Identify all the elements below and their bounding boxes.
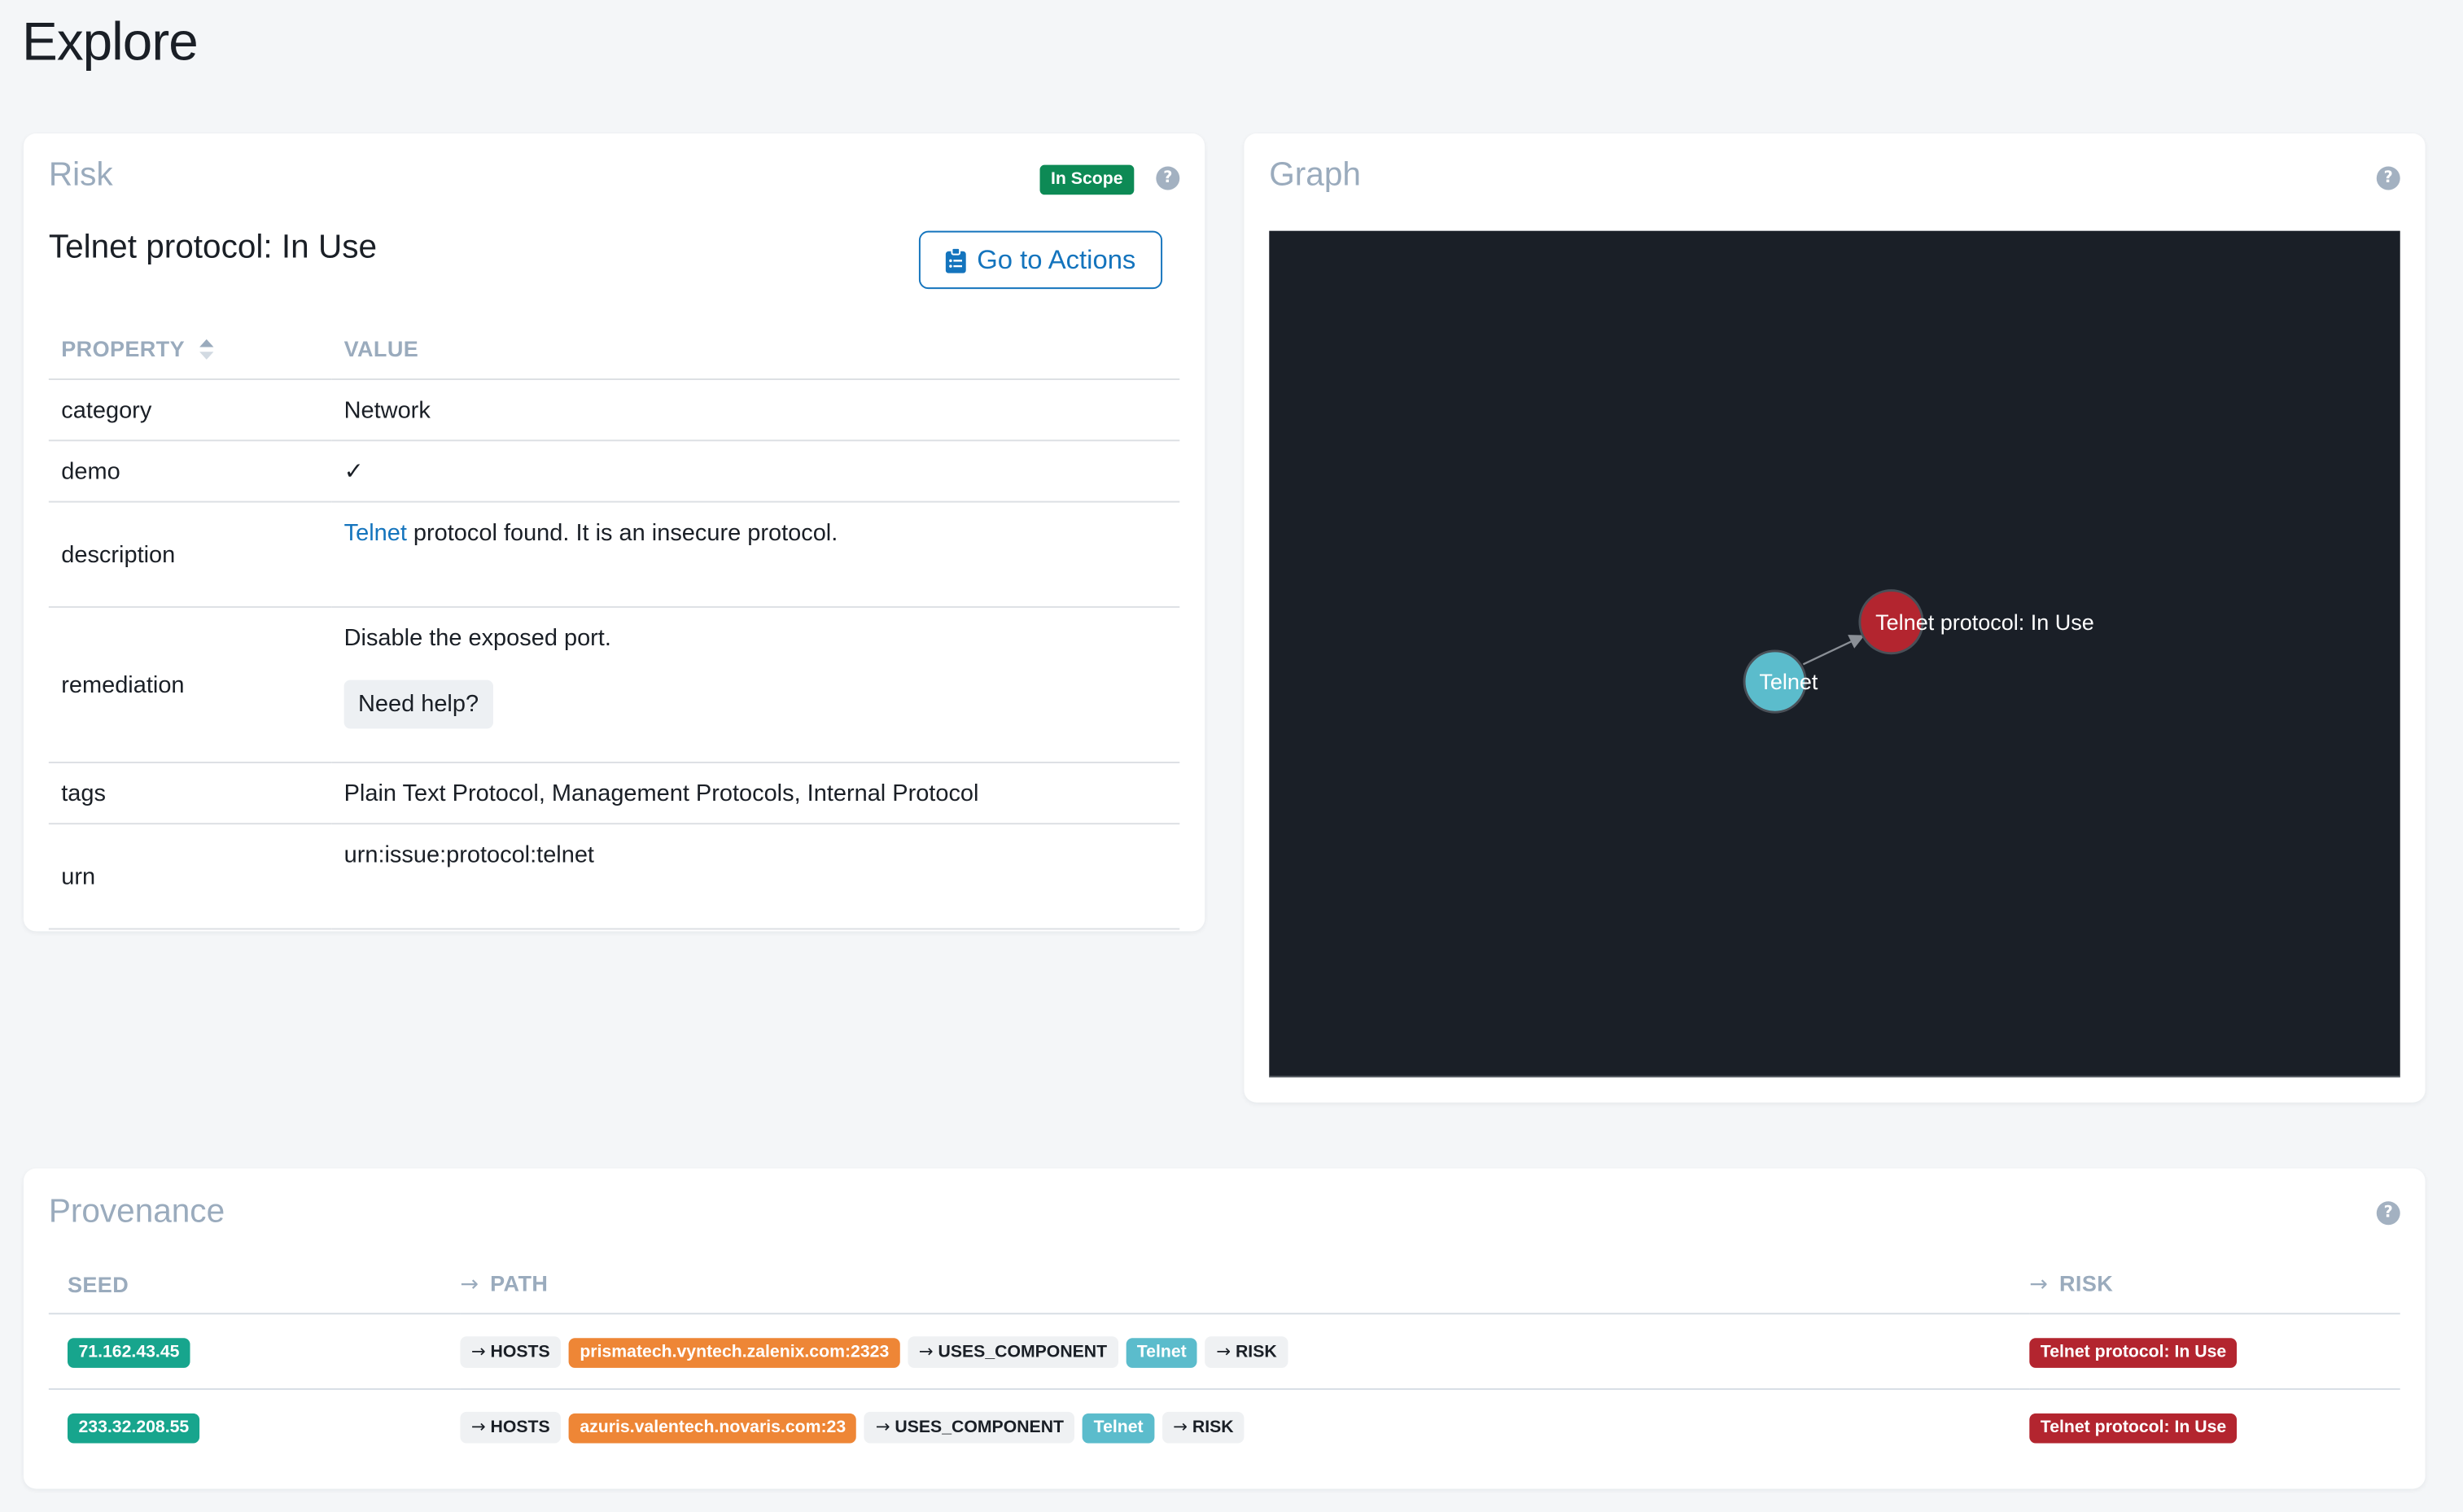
property-key: tags bbox=[48, 762, 332, 825]
seed-cell: 233.32.208.55 bbox=[49, 1389, 461, 1464]
table-row: tags Plain Text Protocol, Management Pro… bbox=[48, 762, 1180, 825]
graph-node-label: Telnet protocol: In Use bbox=[1875, 610, 2094, 635]
path-edge-chip[interactable]: → USES_COMPONENT bbox=[908, 1335, 1118, 1367]
provenance-row: 233.32.208.55 → HOSTS azuris.valentech.nova… bbox=[49, 1389, 2400, 1464]
path-edge-chip[interactable]: → USES_COMPONENT bbox=[864, 1410, 1075, 1443]
in-scope-badge: In Scope bbox=[1039, 164, 1135, 195]
remediation-text: Disable the exposed port. bbox=[343, 625, 611, 652]
path-cell: → HOSTS azuris.valentech.novaris.com:23 → US… bbox=[460, 1389, 2029, 1464]
telnet-link[interactable]: Telnet bbox=[344, 520, 407, 547]
graph-canvas[interactable]: Telnet Telnet protocol: In Use bbox=[1269, 230, 2400, 1077]
seed-chip[interactable]: 233.32.208.55 bbox=[67, 1412, 200, 1443]
arrow-right-icon: → bbox=[875, 1415, 890, 1436]
property-value: urn:issue:protocol:telnet bbox=[331, 824, 1180, 930]
path-edge-label: RISK bbox=[1235, 1342, 1277, 1361]
path-edge-label: HOSTS bbox=[490, 1417, 550, 1436]
property-value: Disable the exposed port. Need help? bbox=[331, 606, 1180, 763]
graph-node-risk[interactable]: Telnet protocol: In Use bbox=[1858, 589, 2094, 655]
property-table-header: PROPERTY VALUE bbox=[48, 317, 1180, 380]
path-host-chip[interactable]: prismatech.vyntech.zalenix.com:2323 bbox=[568, 1337, 900, 1367]
property-value: Telnet protocol found. It is an insecure… bbox=[331, 501, 1180, 608]
property-column-header[interactable]: PROPERTY bbox=[48, 317, 332, 380]
path-edge-chip[interactable]: → HOSTS bbox=[460, 1335, 562, 1367]
graph-svg[interactable]: Telnet Telnet protocol: In Use bbox=[1269, 231, 2400, 1076]
path-column-header: → PATH bbox=[460, 1254, 2030, 1315]
path-edge-label: HOSTS bbox=[490, 1342, 550, 1361]
property-key: urn bbox=[48, 824, 332, 930]
path-header-label: PATH bbox=[490, 1270, 549, 1296]
risk-card: Risk In Scope ? Telnet protocol: In Use … bbox=[23, 133, 1205, 932]
path-edge-label: RISK bbox=[1192, 1417, 1234, 1436]
path-edge-chip[interactable]: → RISK bbox=[1205, 1335, 1288, 1367]
property-key: description bbox=[48, 501, 332, 608]
explore-page: Explore Risk In Scope ? Telnet protocol:… bbox=[0, 0, 2463, 1512]
arrow-right-icon: → bbox=[1173, 1415, 1188, 1436]
graph-card-title: Graph bbox=[1269, 156, 1361, 194]
risk-header-label: RISK bbox=[2059, 1270, 2114, 1296]
path-component-chip[interactable]: Telnet bbox=[1083, 1412, 1155, 1443]
arrow-right-icon: → bbox=[918, 1340, 934, 1361]
go-to-actions-label: Go to Actions bbox=[977, 244, 1136, 274]
help-icon[interactable]: ? bbox=[2376, 1201, 2400, 1226]
sort-icon[interactable] bbox=[199, 339, 215, 361]
table-row: remediation Disable the exposed port. Ne… bbox=[48, 606, 1180, 763]
graph-edge bbox=[1802, 635, 1865, 666]
path-component-chip[interactable]: Telnet bbox=[1126, 1337, 1198, 1367]
path-edge-label: USES_COMPONENT bbox=[938, 1342, 1108, 1361]
path-edge-chip[interactable]: → HOSTS bbox=[460, 1410, 562, 1443]
property-header-label: PROPERTY bbox=[61, 335, 185, 361]
provenance-table: SEED → PATH → RISK 71.162.43.45 → HOSTS pri… bbox=[48, 1254, 2400, 1464]
property-key: remediation bbox=[48, 606, 332, 763]
graph-card: Graph ? Telnet Telnet protocol: In Use bbox=[1244, 133, 2426, 1103]
risk-name: Telnet protocol: In Use bbox=[48, 229, 378, 266]
provenance-row: 71.162.43.45 → HOSTS prismatech.vyntech.zal… bbox=[48, 1313, 2400, 1390]
risk-card-title: Risk bbox=[48, 156, 113, 194]
property-key: demo bbox=[48, 440, 332, 503]
path-cell: → HOSTS prismatech.vyntech.zalenix.com:232… bbox=[460, 1313, 2030, 1390]
provenance-table-header: SEED → PATH → RISK bbox=[48, 1254, 2400, 1315]
property-table: PROPERTY VALUE category Network demo ✓ d… bbox=[48, 317, 1180, 930]
checkmark-icon: ✓ bbox=[331, 440, 1180, 503]
need-help-button[interactable]: Need help? bbox=[343, 680, 493, 729]
path-host-chip[interactable]: azuris.valentech.novaris.com:23 bbox=[568, 1412, 857, 1443]
help-icon[interactable]: ? bbox=[2376, 166, 2400, 190]
property-value: Network bbox=[331, 379, 1180, 442]
clipboard-list-icon bbox=[945, 247, 966, 273]
description-text: protocol found. It is an insecure protoc… bbox=[406, 519, 838, 547]
path-edge-chip[interactable]: → RISK bbox=[1162, 1410, 1245, 1443]
seed-column-header: SEED bbox=[48, 1254, 461, 1315]
arrow-right-icon: → bbox=[460, 1272, 479, 1298]
help-icon[interactable]: ? bbox=[1156, 166, 1180, 190]
seed-chip[interactable]: 71.162.43.45 bbox=[67, 1337, 190, 1367]
table-row: description Telnet protocol found. It is… bbox=[48, 501, 1180, 608]
risk-cell: Telnet protocol: In Use bbox=[2029, 1389, 2400, 1464]
risk-column-header: → RISK bbox=[2029, 1254, 2400, 1315]
table-row: demo ✓ bbox=[48, 440, 1180, 503]
arrow-right-icon: → bbox=[470, 1340, 486, 1361]
path-edge-label: USES_COMPONENT bbox=[895, 1417, 1065, 1436]
table-row: category Network bbox=[48, 379, 1180, 442]
table-row: urn urn:issue:protocol:telnet bbox=[48, 824, 1180, 930]
graph-node-telnet[interactable]: Telnet bbox=[1743, 649, 1818, 714]
provenance-card: Provenance ? SEED → PATH → RISK 71.162.4… bbox=[23, 1168, 2426, 1489]
seed-cell: 71.162.43.45 bbox=[48, 1313, 461, 1390]
graph-node-label: Telnet bbox=[1759, 670, 1818, 694]
property-value: Plain Text Protocol, Management Protocol… bbox=[331, 762, 1180, 825]
risk-chip[interactable]: Telnet protocol: In Use bbox=[2029, 1412, 2238, 1443]
risk-chip[interactable]: Telnet protocol: In Use bbox=[2029, 1337, 2238, 1367]
value-column-header: VALUE bbox=[331, 317, 1180, 380]
property-key: category bbox=[48, 379, 332, 442]
arrow-right-icon: → bbox=[470, 1415, 486, 1436]
page-title: Explore bbox=[22, 12, 199, 72]
arrow-right-icon: → bbox=[1216, 1340, 1232, 1361]
risk-cell: Telnet protocol: In Use bbox=[2029, 1313, 2400, 1390]
arrow-right-icon: → bbox=[2029, 1272, 2049, 1298]
go-to-actions-button[interactable]: Go to Actions bbox=[918, 230, 1163, 290]
provenance-card-title: Provenance bbox=[48, 1193, 225, 1230]
